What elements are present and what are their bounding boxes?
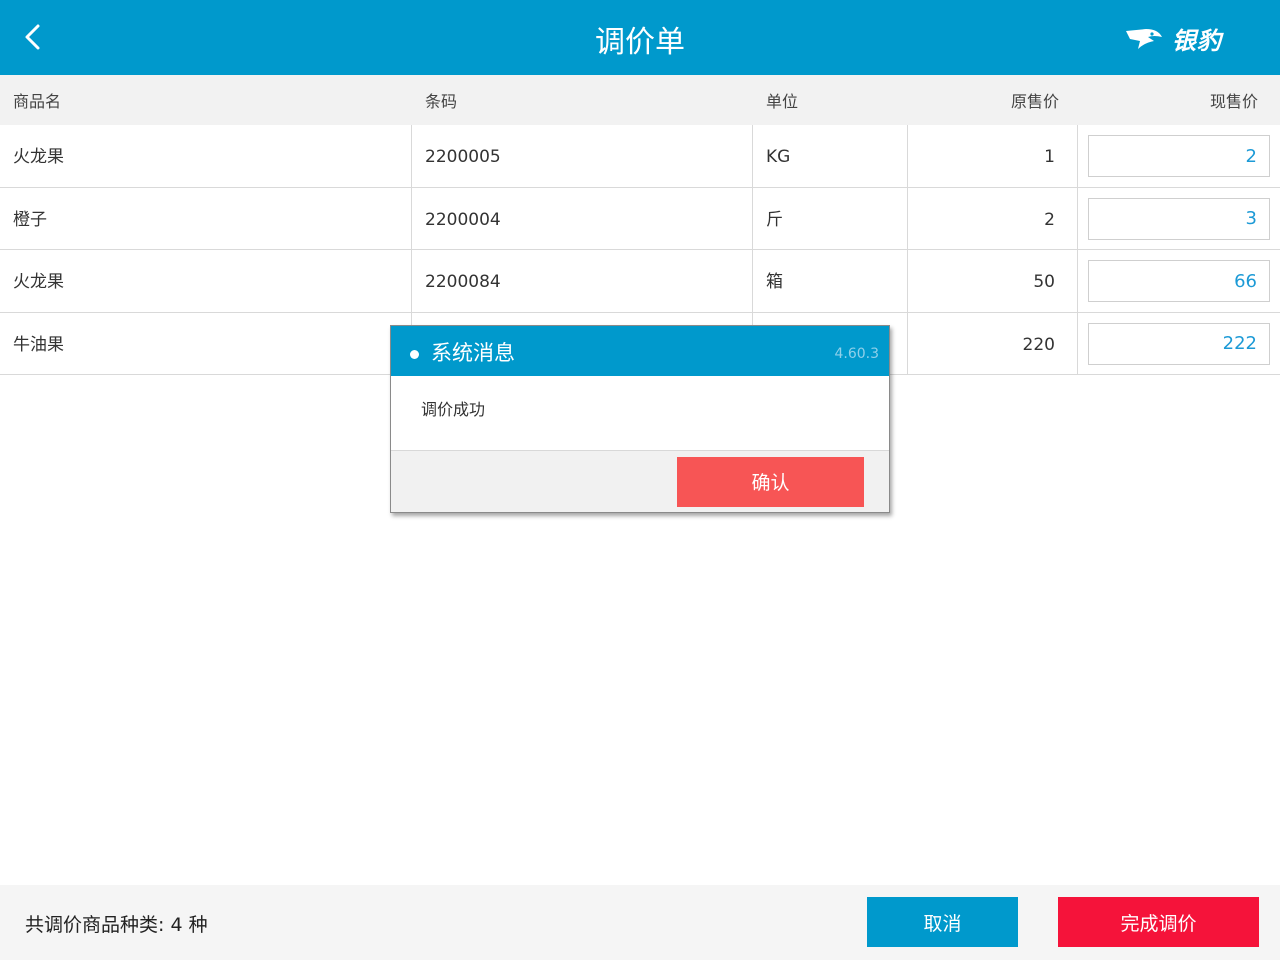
current-price-cell (1078, 250, 1280, 312)
table-row[interactable]: 火龙果 2200005 KG 1 (0, 125, 1280, 188)
product-name: 火龙果 (0, 125, 412, 187)
leopard-logo-icon (1126, 29, 1162, 49)
dialog-header: 系统消息 4.60.3 (391, 326, 889, 376)
current-price-input[interactable] (1088, 260, 1270, 302)
bottom-bar: 共调价商品种类: 4 种 取消 完成调价 (0, 885, 1280, 960)
column-header-barcode: 条码 (425, 92, 458, 111)
unit: 斤 (753, 187, 908, 250)
dialog-footer: 确认 (391, 450, 889, 512)
original-price: 2 (908, 187, 1078, 250)
chevron-left-icon (25, 24, 40, 50)
current-price-cell (1078, 313, 1280, 375)
product-name: 火龙果 (0, 250, 412, 312)
table-header: 商品名 条码 单位 原售价 现售价 (0, 75, 1280, 125)
dialog-title: 系统消息 (431, 341, 515, 365)
current-price-input[interactable] (1088, 322, 1270, 365)
confirm-button[interactable]: 确认 (677, 457, 864, 507)
original-price: 50 (908, 250, 1078, 312)
finish-adjust-button[interactable]: 完成调价 (1058, 897, 1259, 947)
current-price-input[interactable] (1088, 135, 1270, 177)
unit: 箱 (753, 250, 908, 312)
version-label: 4.60.3 (834, 346, 879, 362)
column-header-unit: 单位 (766, 92, 799, 111)
product-name: 牛油果 (0, 312, 412, 375)
column-header-name: 商品名 (13, 92, 62, 111)
page-title: 调价单 (595, 25, 685, 60)
brand-logo: 银豹 (1124, 20, 1222, 56)
current-price-cell (1078, 188, 1280, 250)
top-bar: 调价单 银豹 (0, 0, 1280, 75)
back-button[interactable] (18, 18, 58, 58)
unit: KG (753, 125, 908, 187)
adjusted-count-summary: 共调价商品种类: 4 种 (25, 914, 208, 936)
original-price: 220 (908, 312, 1078, 375)
system-message-dialog: 系统消息 4.60.3 调价成功 确认 (390, 325, 890, 513)
brand-logo-text: 银豹 (1172, 26, 1222, 55)
cancel-button[interactable]: 取消 (867, 897, 1018, 947)
bullet-dot-icon (410, 350, 419, 359)
original-price: 1 (908, 125, 1078, 187)
table-row[interactable]: 火龙果 2200084 箱 50 (0, 250, 1280, 313)
current-price-cell (1078, 125, 1280, 187)
barcode: 2200004 (412, 187, 753, 250)
current-price-input[interactable] (1088, 197, 1270, 240)
product-name: 橙子 (0, 187, 412, 250)
barcode: 2200005 (412, 125, 753, 187)
column-header-original-price: 原售价 (1010, 92, 1059, 111)
column-header-current-price: 现售价 (1209, 92, 1258, 111)
barcode: 2200084 (412, 250, 753, 312)
dialog-message: 调价成功 (421, 400, 486, 419)
table-row[interactable]: 橙子 2200004 斤 2 (0, 187, 1280, 250)
